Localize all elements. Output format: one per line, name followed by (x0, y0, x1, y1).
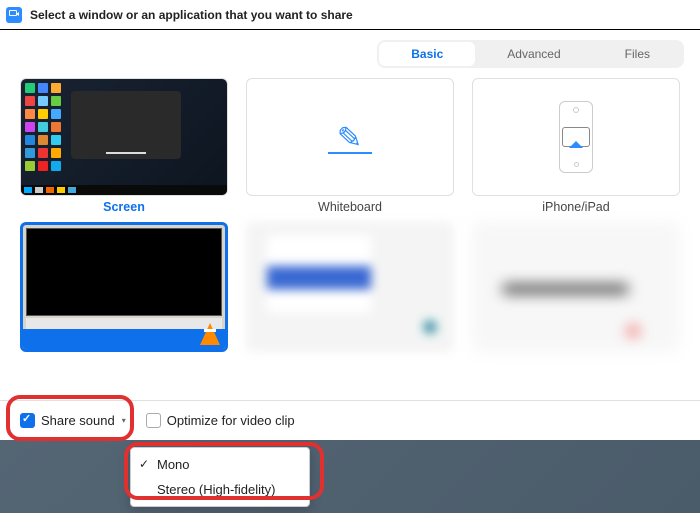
share-item-window-2[interactable] (246, 222, 454, 352)
share-screen-panel: Select a window or an application that y… (0, 0, 700, 440)
share-sound-label: Share sound (41, 413, 115, 428)
titlebar: Select a window or an application that y… (0, 0, 700, 30)
optimize-checkbox-group[interactable]: Optimize for video clip (146, 413, 295, 428)
phone-frame-icon (559, 101, 593, 173)
menu-item-stereo[interactable]: Stereo (High-fidelity) (131, 477, 309, 502)
whiteboard-thumbnail[interactable]: ✎ (246, 78, 454, 196)
menu-item-mono[interactable]: Mono (131, 452, 309, 477)
whiteboard-caption: Whiteboard (318, 200, 382, 214)
tab-bar: Basic Advanced Files (0, 30, 700, 74)
footer-bar: Share sound ▾ Optimize for video clip (0, 400, 700, 440)
screen-thumbnail[interactable] (20, 78, 228, 196)
tab-advanced[interactable]: Advanced (475, 42, 592, 66)
share-item-vlc[interactable] (20, 222, 228, 352)
screen-caption: Screen (103, 200, 145, 214)
tab-group: Basic Advanced Files (377, 40, 684, 68)
pencil-icon: ✎ (337, 120, 363, 156)
chevron-down-icon[interactable]: ▾ (122, 416, 126, 425)
optimize-checkbox[interactable] (146, 413, 161, 428)
share-item-iphone[interactable]: iPhone/iPad (472, 78, 680, 214)
share-sound-menu: Mono Stereo (High-fidelity) (130, 447, 310, 507)
share-item-whiteboard[interactable]: ✎ Whiteboard (246, 78, 454, 214)
iphone-thumbnail[interactable] (472, 78, 680, 196)
share-grid-row1: Screen ✎ Whiteboard iPhone/iPad (0, 74, 700, 224)
vlc-cone-icon (200, 323, 220, 345)
share-sound-checkbox[interactable] (20, 413, 35, 428)
iphone-caption: iPhone/iPad (542, 200, 609, 214)
tab-basic[interactable]: Basic (379, 42, 475, 66)
share-item-screen[interactable]: Screen (20, 78, 228, 214)
optimize-label: Optimize for video clip (167, 413, 295, 428)
share-item-window-3[interactable] (472, 222, 680, 352)
zoom-logo-icon (6, 7, 22, 23)
airplay-icon (562, 127, 590, 147)
titlebar-text: Select a window or an application that y… (30, 8, 353, 22)
share-sound-dropdown[interactable]: Share sound ▾ (14, 410, 132, 431)
share-grid-row2 (0, 222, 700, 352)
tab-files[interactable]: Files (593, 42, 682, 66)
